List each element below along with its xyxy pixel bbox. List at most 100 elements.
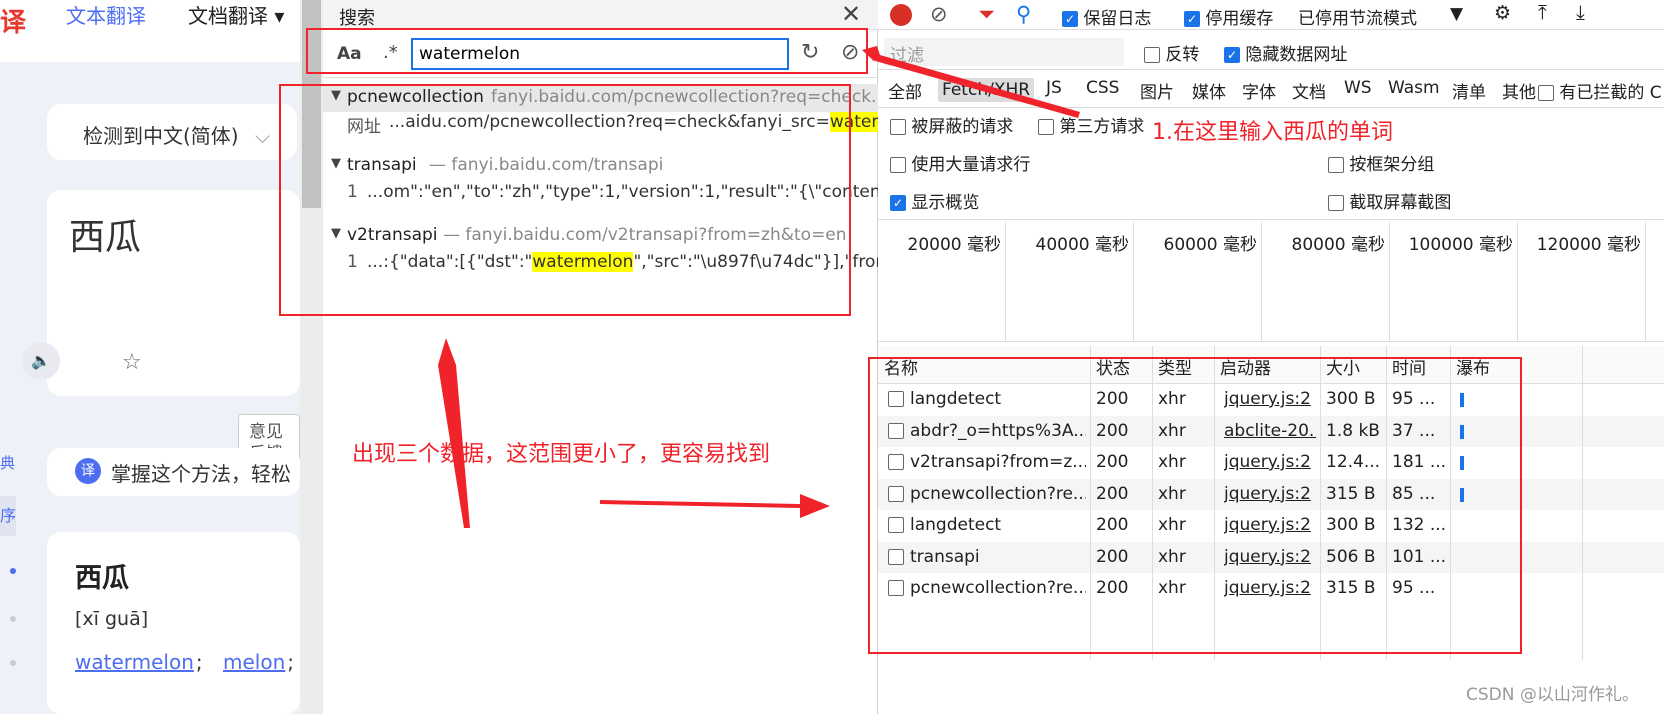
tab-doc-translate[interactable]: 文档翻译 ▾ — [188, 0, 284, 29]
blocked-cookies-label: 有已拦截的 C — [1559, 83, 1662, 103]
show-overview-checkbox[interactable]: ✓ 显示概览 — [890, 188, 979, 213]
timeline-label: 60000 毫秒 — [1163, 235, 1257, 255]
timeline-column: 20000 毫秒 — [878, 222, 1006, 342]
source-text[interactable]: 西瓜 — [69, 208, 141, 260]
group-by-frame-label: 按框架分组 — [1349, 155, 1435, 175]
invert-label: 反转 — [1165, 45, 1200, 65]
dict-translations: watermelon; melon; f — [75, 650, 295, 674]
disable-cache-label: 停用缓存 — [1205, 9, 1274, 29]
checkbox-checked-icon[interactable]: ✓ — [890, 195, 906, 211]
type-ws[interactable]: WS — [1344, 78, 1372, 98]
capture-screenshots-label: 截取屏幕截图 — [1349, 193, 1452, 213]
search-icon[interactable]: ⚲ — [1016, 2, 1031, 26]
filter-icon[interactable]: ⏷ — [978, 2, 995, 27]
third-party-label: 第三方请求 — [1059, 117, 1145, 137]
star-icon[interactable]: ☆ — [122, 350, 142, 375]
speaker-icon[interactable]: 🔈 — [22, 342, 60, 380]
throttle-select[interactable]: 已停用节流模式 — [1298, 4, 1417, 29]
checkbox-checked-icon[interactable]: ✓ — [1184, 11, 1200, 27]
checkbox-icon[interactable] — [1328, 157, 1344, 173]
timeline-label: 40000 毫秒 — [1035, 235, 1129, 255]
timeline-label: 20000 毫秒 — [907, 235, 1001, 255]
timeline-column: 80000 毫秒 — [1262, 222, 1390, 342]
filter-input[interactable]: 过滤 — [884, 38, 1124, 66]
timeline-dot — [10, 568, 16, 574]
checkbox-icon[interactable] — [1538, 85, 1554, 101]
timeline-label: 120000 毫秒 — [1536, 235, 1641, 255]
type-font[interactable]: 字体 — [1242, 78, 1276, 103]
timeline-label: 80000 毫秒 — [1291, 235, 1385, 255]
timeline-dot — [10, 660, 16, 666]
type-js[interactable]: JS — [1046, 78, 1062, 98]
checkbox-icon[interactable] — [1144, 47, 1160, 63]
overview-timeline[interactable]: 20000 毫秒 40000 毫秒 60000 毫秒 80000 毫秒 1000… — [878, 222, 1664, 342]
disable-cache-checkbox[interactable]: ✓ 停用缓存 — [1184, 4, 1273, 29]
tip-text: 掌握这个方法，轻松 — [111, 462, 291, 486]
filter-row: 过滤 反转 ✓ 隐藏数据网址 — [878, 34, 1664, 70]
checkbox-icon[interactable] — [1038, 119, 1054, 135]
invert-checkbox[interactable]: 反转 — [1144, 40, 1199, 65]
timeline-column: 60000 毫秒 — [1134, 222, 1262, 342]
group-by-frame-checkbox[interactable]: 按框架分组 — [1328, 150, 1434, 175]
wifi-settings-icon[interactable]: ⚙ — [1494, 2, 1511, 24]
timeline-column: 100000 毫秒 — [1390, 222, 1518, 342]
dict-link[interactable]: melon — [223, 650, 285, 674]
watermark: CSDN @以山河作礼。 — [1466, 685, 1639, 705]
logo: 译 — [0, 8, 27, 38]
download-icon[interactable]: ⤓ — [1576, 0, 1585, 24]
blocked-requests-checkbox[interactable]: 被屏蔽的请求 — [890, 112, 1013, 137]
type-fetch-xhr[interactable]: Fetch/XHR — [938, 78, 1035, 102]
type-img[interactable]: 图片 — [1140, 78, 1174, 103]
capture-screenshots-checkbox[interactable]: 截取屏幕截图 — [1328, 188, 1451, 213]
tab-text-translate[interactable]: 文本翻译 — [66, 0, 146, 29]
source-language-select[interactable]: 检测到中文(简体) ⌵ — [47, 104, 297, 160]
chevron-down-icon[interactable]: ▼ — [1450, 4, 1463, 24]
record-button[interactable] — [890, 4, 912, 26]
dict-pinyin: [xī guā] — [75, 608, 149, 630]
close-icon[interactable]: ✕ — [841, 0, 861, 28]
large-rows-label: 使用大量请求行 — [911, 155, 1031, 175]
annotation-box-requests — [868, 357, 1522, 654]
type-media[interactable]: 媒体 — [1192, 78, 1226, 103]
dict-link[interactable]: watermelon — [75, 650, 194, 674]
clear-log-icon[interactable]: ⊘ — [930, 2, 948, 26]
type-css[interactable]: CSS — [1086, 78, 1119, 98]
column-divider — [1582, 346, 1583, 660]
annotation-three-results: 出现三个数据，这范围更小了，更容易找到 — [352, 442, 771, 467]
blocked-cookies-checkbox[interactable]: 有已拦截的 C — [1538, 78, 1662, 103]
type-wasm[interactable]: Wasm — [1388, 78, 1440, 98]
source-language-label: 检测到中文(简体) — [83, 124, 239, 148]
timeline-column: 40000 毫秒 — [1006, 222, 1134, 342]
checkbox-icon[interactable] — [890, 157, 906, 173]
type-all[interactable]: 全部 — [888, 78, 922, 103]
hide-data-urls-label: 隐藏数据网址 — [1245, 45, 1348, 65]
chevron-down-icon: ⌵ — [254, 124, 271, 148]
timeline-dot — [10, 616, 16, 622]
side-nav-dict[interactable]: 典 — [0, 452, 15, 473]
hide-data-urls-checkbox[interactable]: ✓ 隐藏数据网址 — [1224, 40, 1347, 65]
timeline-label: 100000 毫秒 — [1408, 235, 1513, 255]
upload-icon[interactable]: ⤒ — [1538, 0, 1547, 24]
checkbox-icon[interactable] — [890, 119, 906, 135]
baidu-translate-page: 译 文本翻译 文档翻译 ▾ 检测到中文(简体) ⌵ 西瓜 🔈 ☆ 意见反馈 典 … — [0, 0, 300, 714]
preserve-log-label: 保留日志 — [1083, 9, 1152, 29]
annotation-box-search — [306, 28, 868, 74]
dictionary-card: 西瓜 [xī guā] watermelon; melon; f — [47, 532, 300, 714]
third-party-checkbox[interactable]: 第三方请求 — [1038, 112, 1144, 137]
large-rows-checkbox[interactable]: 使用大量请求行 — [890, 150, 1030, 175]
checkbox-icon[interactable] — [1328, 195, 1344, 211]
checkbox-checked-icon[interactable]: ✓ — [1062, 11, 1078, 27]
timeline-column: 120000 毫秒 — [1518, 222, 1646, 342]
type-manifest[interactable]: 清单 — [1452, 78, 1486, 103]
type-doc[interactable]: 文档 — [1292, 78, 1326, 103]
preserve-log-checkbox[interactable]: ✓ 保留日志 — [1062, 4, 1151, 29]
network-toolbar: ⊘ ⏷ ⚲ ✓ 保留日志 ✓ 停用缓存 已停用节流模式 ▼ ⚙ ⤒ ⤓ — [878, 0, 1664, 30]
source-text-card[interactable]: 西瓜 — [47, 190, 300, 396]
resource-type-filter: 全部 Fetch/XHR JS CSS 图片 媒体 字体 文档 WS Wasm … — [878, 72, 1664, 108]
type-other[interactable]: 其他 — [1502, 78, 1536, 103]
tip-banner[interactable]: 译 掌握这个方法，轻松 — [47, 448, 300, 496]
dict-word: 西瓜 — [75, 563, 129, 594]
translate-icon: 译 — [75, 458, 101, 484]
side-nav-order[interactable]: 序 — [0, 496, 16, 536]
checkbox-checked-icon[interactable]: ✓ — [1224, 47, 1240, 63]
